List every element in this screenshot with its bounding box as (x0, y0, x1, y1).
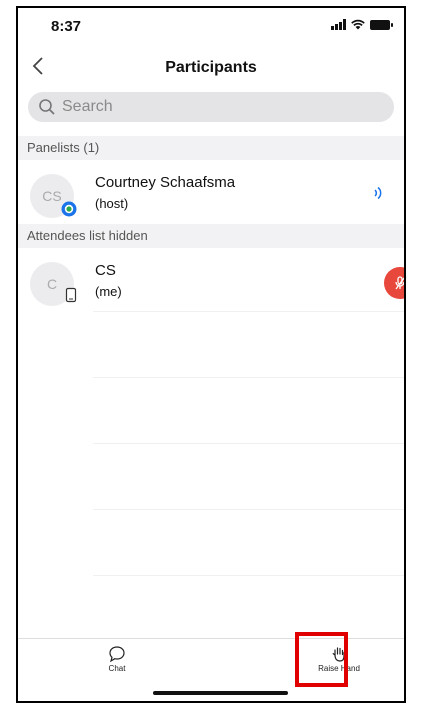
battery-icon (370, 19, 393, 30)
microphone-muted-icon (395, 276, 404, 290)
audio-wave-icon (374, 186, 382, 200)
phone-frame: 8:37 Participants Panelists (1) (16, 6, 406, 703)
participant-row-me[interactable]: C CS (me) (18, 255, 404, 311)
participant-name: Courtney Schaafsma (95, 174, 236, 191)
status-icons (331, 19, 393, 30)
panelists-header: Panelists (1) (18, 136, 404, 160)
status-bar: 8:37 (18, 8, 404, 44)
chat-tab[interactable]: Chat (87, 645, 147, 673)
mobile-device-icon (65, 287, 77, 303)
home-indicator (153, 691, 288, 695)
avatar-initials: CS (42, 188, 62, 204)
divider (93, 575, 404, 576)
participant-role: (host) (95, 196, 129, 211)
participant-name: CS (95, 262, 116, 279)
divider (93, 443, 404, 444)
search-icon (39, 99, 55, 115)
tab-bar: Chat Raise Hand (18, 638, 404, 701)
wifi-icon (351, 19, 365, 30)
divider (93, 509, 404, 510)
raise-hand-icon (332, 647, 345, 662)
avatar-initials: C (46, 276, 58, 292)
attendees-header: Attendees list hidden (18, 224, 404, 248)
chat-tab-label: Chat (108, 664, 126, 673)
raise-hand-tab-label: Raise Hand (318, 664, 360, 673)
participant-row-host[interactable]: CS Courtney Schaafsma (host) (18, 166, 404, 222)
search-bar[interactable] (28, 92, 394, 122)
chat-icon (109, 646, 125, 663)
nav-bar: Participants (18, 48, 404, 88)
host-badge-icon (61, 201, 77, 217)
participant-role: (me) (95, 284, 122, 299)
signal-icon (331, 19, 346, 30)
mute-button[interactable] (384, 267, 404, 299)
raise-hand-tab[interactable]: Raise Hand (309, 645, 369, 673)
divider (93, 311, 404, 312)
status-time: 8:37 (51, 18, 82, 35)
page-title: Participants (165, 59, 257, 76)
divider (93, 377, 404, 378)
search-input[interactable] (60, 97, 364, 117)
